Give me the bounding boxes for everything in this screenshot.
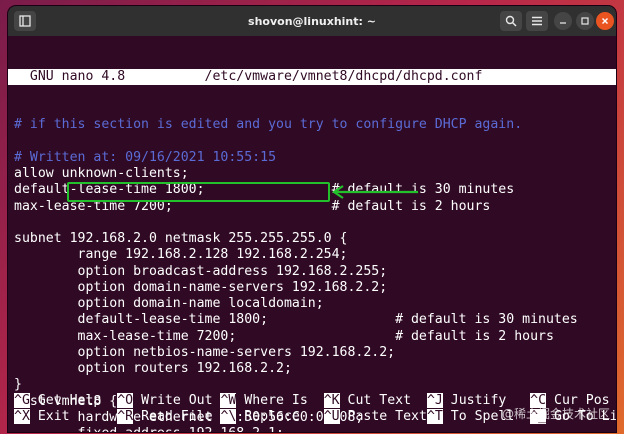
code-line[interactable]: option broadcast-address 192.168.2.255;	[8, 264, 616, 280]
new-tab-icon[interactable]	[14, 11, 36, 31]
shortcut-label: Where Is	[236, 393, 324, 408]
shortcut-label: Exit	[29, 409, 118, 424]
close-icon[interactable]	[596, 12, 614, 30]
shortcut-label: Get Help	[29, 393, 118, 408]
code-line[interactable]	[8, 215, 616, 231]
code-line[interactable]: range 192.168.2.128 192.168.2.254;	[8, 247, 616, 263]
shortcut-key: ^O	[117, 393, 134, 408]
highlight-box	[67, 182, 330, 202]
shortcut-key: ^X	[14, 409, 30, 424]
shortcut-key: ^\	[220, 409, 237, 424]
shortcut-label: Replace	[236, 409, 324, 424]
code-line[interactable]: default-lease-time 1800; # default is 30…	[8, 312, 616, 328]
shortcut-label: Cut Text	[339, 393, 427, 408]
shortcut-key: ^K	[323, 393, 340, 408]
code-line[interactable]: option domain-name localdomain;	[8, 296, 616, 312]
nano-header: GNU nano 4.8 /etc/vmware/vmnet8/dhcpd/dh…	[8, 68, 616, 85]
shortcut-key: ^G	[14, 393, 30, 408]
title-bar[interactable]: shovon@linuxhint: ~	[8, 6, 616, 36]
code-line[interactable]: max-lease-time 7200; # default is 2 hour…	[8, 329, 616, 345]
code-line[interactable]: subnet 192.168.2.0 netmask 255.255.255.0…	[8, 231, 616, 247]
hamburger-menu-icon[interactable]	[526, 11, 548, 31]
search-icon[interactable]	[500, 11, 522, 31]
file-content[interactable]: # if this section is edited and you try …	[8, 117, 616, 432]
code-line[interactable]: fixed-address 192.168.2.1;	[8, 426, 616, 432]
annotation-arrow	[332, 185, 418, 199]
maximize-icon[interactable]	[576, 12, 594, 30]
shortcut-key: ^T	[426, 409, 443, 424]
shortcut-key: ^W	[220, 393, 237, 408]
code-line[interactable]: # if this section is edited and you try …	[8, 117, 616, 133]
terminal-window: shovon@linuxhint: ~ GNU nano 4.8 /etc/vm…	[8, 6, 616, 432]
code-line[interactable]: allow unknown-clients;	[8, 166, 616, 182]
shortcut-label: Paste Text	[339, 409, 427, 424]
shortcut-key: ^U	[323, 409, 340, 424]
window-title: shovon@linuxhint: ~	[248, 14, 376, 28]
code-line[interactable]	[8, 134, 616, 150]
watermark: @稀土掘金技术社区	[501, 407, 610, 421]
minimize-icon[interactable]	[554, 12, 572, 30]
shortcut-key: ^J	[426, 393, 443, 408]
code-line[interactable]: # Written at: 09/16/2021 10:55:15	[8, 150, 616, 166]
code-line[interactable]: option domain-name-servers 192.168.2.2;	[8, 280, 616, 296]
code-line[interactable]: option netbios-name-servers 192.168.2.2;	[8, 345, 616, 361]
code-line[interactable]: }	[8, 377, 616, 393]
shortcut-label: Read File	[133, 409, 221, 424]
shortcut-key: ^R	[117, 409, 134, 424]
code-line[interactable]: option routers 192.168.2.2;	[8, 361, 616, 377]
shortcut-label: Write Out	[133, 393, 221, 408]
terminal-content[interactable]: GNU nano 4.8 /etc/vmware/vmnet8/dhcpd/dh…	[8, 36, 616, 432]
